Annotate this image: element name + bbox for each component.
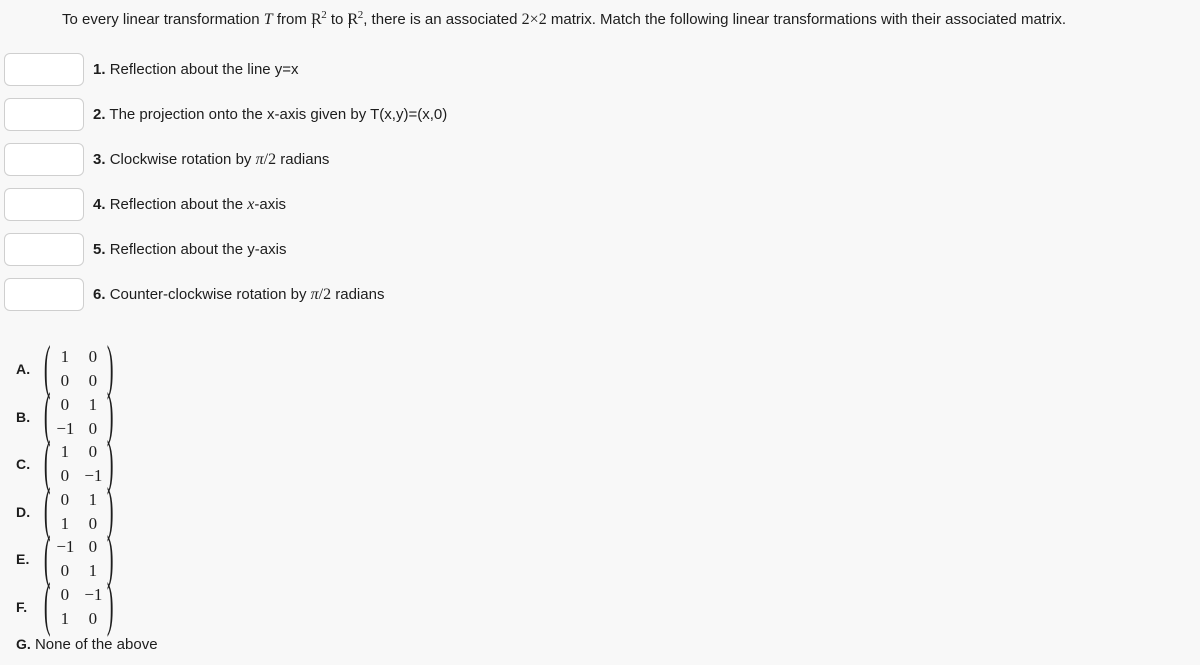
match-row-5-number: 5. [93,241,106,258]
match-row-1-number: 1. [93,61,106,78]
left-paren-icon: ( [43,573,51,640]
option-a-cell-12: 0 [88,347,98,366]
pi-symbol-6: π [310,286,319,303]
answer-input-5[interactable] [4,233,84,266]
match-row-3-text: 3. Clockwise rotation by π/2 radians [93,150,329,170]
option-e-matrix: ( −1 0 0 1 ) [44,529,114,589]
option-b-cell-12: 1 [88,394,98,414]
match-row-6-label-pre: Counter-clockwise rotation by [109,286,311,303]
option-f-cell-22: 0 [88,608,98,628]
option-d-letter: D. [16,503,31,520]
option-c-letter: C. [16,456,31,472]
dimension-b: 2 [538,11,547,28]
pi-symbol-3: π [255,151,264,168]
prompt-part-3: to [326,11,348,28]
match-row-2-text: 2. The projection onto the x-axis given … [93,105,447,125]
answer-input-6[interactable] [4,278,84,311]
option-f-matrix: ( 0 −1 1 0 ) [43,573,114,640]
match-row-3-number: 3. [93,151,106,168]
match-row-6-text: 6. Counter-clockwise rotation by π/2 rad… [93,285,384,305]
symbol-reals-2: R [347,11,359,28]
option-g-label: None of the above [30,636,158,653]
match-row-6-number: 6. [93,286,106,303]
option-f-cell-12: −1 [84,584,103,604]
match-row-4-text: 4. Reflection about the x-axis [93,195,286,215]
dimension-a: 2 [521,11,530,28]
answer-input-1[interactable] [4,53,84,86]
match-row-2-label: The projection onto the x-axis given by … [109,106,448,123]
option-e-cell-11: −1 [56,537,75,556]
match-row-5-label: Reflection about the y-axis [109,241,287,258]
prompt-part-5: matrix. Match the following linear trans… [546,11,1067,28]
match-row-3-label-pre: Clockwise rotation by [109,151,256,168]
option-d-matrix: ( 0 1 1 0 ) [44,482,114,542]
match-row-4-label-pre: Reflection about the [109,196,248,213]
match-row-4-label-post: -axis [254,196,287,213]
match-row-2-number: 2. [93,106,106,123]
match-row-6-label-post: radians [331,286,385,303]
match-row-1-label: Reflection about the line y=x [109,61,299,78]
option-b-letter: B. [16,408,31,425]
option-g: G. None of the above [16,634,158,655]
answer-input-4[interactable] [4,188,84,221]
denominator-6: 2 [323,286,332,303]
prompt-part-4: , there is an associated [363,11,522,28]
option-g-letter: G. [16,636,31,652]
prompt-part-2: from [272,11,312,28]
option-f-cell-11: 0 [60,584,70,604]
times-icon: × [529,11,539,28]
option-b-cell-11: 0 [60,394,70,414]
symbol-T: T [263,11,273,28]
prompt-part-1: To every linear transformation [62,11,264,28]
option-c-cell-12: 0 [88,442,98,461]
match-row-4-number: 4. [93,196,106,213]
answer-input-3[interactable] [4,143,84,176]
match-row-1-text: 1. Reflection about the line y=x [93,60,299,80]
match-row-5-text: 5. Reflection about the y-axis [93,240,286,260]
option-c-cell-11: 1 [60,442,70,461]
option-f-cell-21: 1 [60,608,70,628]
option-c-matrix: ( 1 0 0 −1 ) [44,434,114,494]
right-paren-icon: ) [107,573,114,640]
option-e-letter: E. [16,551,30,567]
denominator-3: 2 [268,151,277,168]
option-f-letter: F. [16,598,28,615]
option-a-letter: A. [16,361,31,377]
answer-input-2[interactable] [4,98,84,131]
option-b-matrix: ( 0 1 −1 0 ) [44,387,114,447]
option-d-cell-12: 1 [88,489,98,509]
option-a-matrix: ( 1 0 0 0 ) [44,339,114,399]
option-d-cell-11: 0 [60,489,70,509]
option-a-cell-11: 1 [60,347,70,366]
match-row-3-label-post: radians [276,151,330,168]
question-prompt: To every linear transformation T from R 2… [62,10,1180,30]
symbol-reals-1: R [311,11,322,28]
option-e-cell-12: 0 [88,537,98,556]
